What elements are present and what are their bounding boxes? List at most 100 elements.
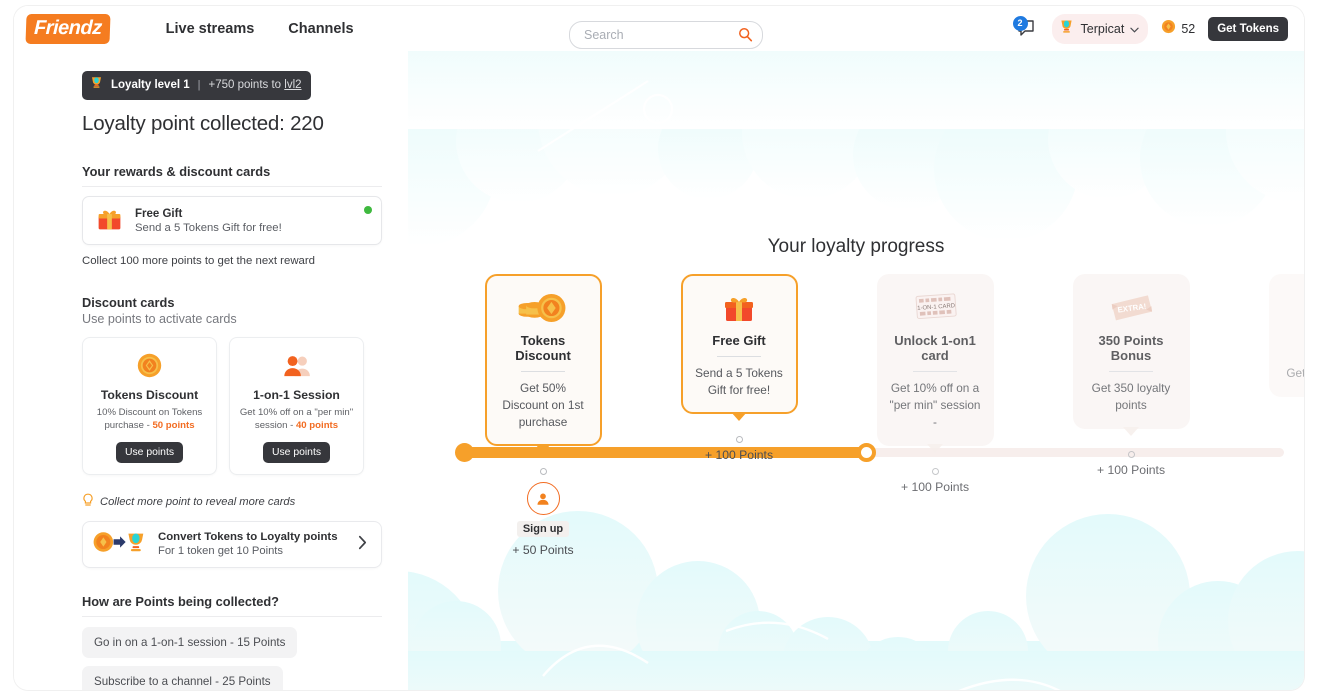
signup-label: Sign up <box>516 521 570 538</box>
token-count: 52 <box>1181 21 1196 36</box>
extra-ticket-icon: EXTRA! <box>1085 288 1178 328</box>
use-points-button-tokens[interactable]: Use points <box>115 441 184 463</box>
people-icon <box>238 350 355 380</box>
trophy-icon <box>89 75 104 95</box>
user-name: Terpicat <box>1080 21 1125 36</box>
section-divider <box>82 615 382 617</box>
page-title: Loyalty point collected: 220 <box>82 112 324 135</box>
milestone-title: Extra <box>1281 333 1305 348</box>
milestone-4: EXTRA! 350 Points Bonus Get 350 loyalty … <box>1046 274 1216 477</box>
milestone-desc: Get 50% Discount on 1st purchase <box>502 381 584 430</box>
lightbulb-icon <box>82 493 94 511</box>
gift-icon <box>693 288 786 328</box>
rewards-section-title: Your rewards & discount cards <box>82 164 271 179</box>
milestone-3: 1-ON-1 CARD Unlock 1-on1 card Get 10% of… <box>850 274 1020 494</box>
card-divider <box>1109 371 1153 372</box>
search-icon[interactable] <box>738 27 753 47</box>
loyalty-level-label: Loyalty level 1 <box>111 79 190 91</box>
list-item: Go in on a 1-on-1 session - 15 Points <box>82 626 298 658</box>
milestone-title: Tokens Discount <box>515 333 571 363</box>
card-pointer <box>1123 427 1139 437</box>
user-menu[interactable]: Terpicat <box>1051 13 1149 44</box>
discount-card-list: Tokens Discount 10% Discount on Tokens p… <box>82 337 382 475</box>
card-divider <box>521 371 565 372</box>
milestone-node-dot <box>1127 451 1135 459</box>
chevron-down-icon <box>1130 20 1139 38</box>
milestone-card[interactable]: Extra Get 10 on the n <box>1268 274 1305 398</box>
convert-tokens-row[interactable]: Convert Tokens to Loyalty points For 1 t… <box>82 520 382 568</box>
loyalty-timeline: Tokens Discount Get 50% Discount on 1st … <box>408 51 1304 690</box>
loyalty-progress-panel: Your loyalty progress Tokens Discount Ge… <box>408 51 1304 690</box>
top-header: Friendz Live streams Channels 2 Terpicat <box>14 6 1304 51</box>
milestone-card[interactable]: EXTRA! 350 Points Bonus Get 350 loyalty … <box>1072 274 1190 437</box>
status-badge <box>364 206 372 214</box>
milestone-desc: Get 10% off on a "per min" session - <box>889 381 981 430</box>
points-section-title: How are Points being collected? <box>82 593 279 609</box>
chevron-right-icon[interactable] <box>358 535 367 554</box>
reward-subtitle: Send a 5 Tokens Gift for free! <box>135 221 282 234</box>
coins-stack-icon <box>497 288 590 328</box>
next-level-points: +750 points to lvl2 <box>208 79 302 91</box>
milestone-5: Extra Get 10 on the n + 10 <box>1242 274 1304 445</box>
search-input[interactable] <box>582 27 726 43</box>
convert-subtitle: For 1 token get 10 Points <box>158 545 284 558</box>
milestone-card[interactable]: 1-ON-1 CARD Unlock 1-on1 card Get 10% of… <box>876 274 994 454</box>
milestone-1: Tokens Discount Get 50% Discount on 1st … <box>458 274 628 557</box>
nav-live-streams[interactable]: Live streams <box>166 21 255 37</box>
card-pointer <box>535 444 551 454</box>
points-list: Go in on a 1-on-1 session - 15 Points Su… <box>82 626 382 690</box>
chat-bubble-icon[interactable]: 2 <box>1012 15 1039 40</box>
milestone-title: 350 Points Bonus <box>1098 333 1164 363</box>
token-balance[interactable]: 52 <box>1161 19 1195 39</box>
loyalty-level-badge: Loyalty level 1 | +750 points to lvl2 <box>82 71 311 100</box>
card-pointer <box>731 412 747 422</box>
brand-logo[interactable]: Friendz <box>27 15 109 42</box>
milestone-card[interactable]: Free Gift Send a 5 Tokens Gift for free! <box>680 274 798 422</box>
card-divider <box>913 371 957 372</box>
card-divider <box>717 356 761 357</box>
discount-subtitle: Use points to activate cards <box>82 312 237 326</box>
milestone-node-dot <box>735 436 743 444</box>
milestone-points: + 50 Points <box>512 543 574 558</box>
reward-title: Free Gift <box>135 207 183 220</box>
milestone-desc: Send a 5 Tokens Gift for free! <box>695 366 783 398</box>
signup-avatar-icon <box>526 482 560 516</box>
gift-icon <box>95 204 124 238</box>
token-coin-icon <box>1161 19 1176 39</box>
trophy-avatar-icon <box>1058 18 1075 40</box>
extra-ticket-icon <box>1281 288 1305 328</box>
milestone-card[interactable]: Tokens Discount Get 50% Discount on 1st … <box>484 274 602 454</box>
milestone-title: Unlock 1-on1 card <box>894 333 976 363</box>
discount-card-tokens[interactable]: Tokens Discount 10% Discount on Tokens p… <box>82 337 217 475</box>
discount-card-desc: 10% Discount on Tokens purchase - 50 poi… <box>96 407 203 431</box>
loyalty-sidebar[interactable]: Loyalty level 1 | +750 points to lvl2 Lo… <box>14 51 409 690</box>
app-window: Friendz Live streams Channels 2 Terpicat <box>14 6 1304 690</box>
logo-text: Friendz <box>27 15 109 42</box>
milestone-title: Free Gift <box>712 333 766 348</box>
milestone-points: + 10 <box>1242 431 1304 445</box>
milestone-node-dot <box>539 468 547 476</box>
use-points-button-session[interactable]: Use points <box>262 441 331 463</box>
coin-to-trophy-icon <box>93 529 149 560</box>
section-divider <box>82 186 382 187</box>
reveal-hint-text: Collect more point to reveal more cards <box>100 495 296 508</box>
one-on-one-ticket-icon: 1-ON-1 CARD <box>889 288 982 328</box>
badge-separator: | <box>197 79 201 91</box>
milestone-points: + 100 Points <box>1096 463 1166 478</box>
discount-card-title: 1-on-1 Session <box>253 388 340 402</box>
milestone-desc: Get 10 on the n <box>1286 366 1304 380</box>
milestone-points: + 100 Points <box>900 480 970 495</box>
discount-card-session[interactable]: 1-on-1 Session Get 10% off on a "per min… <box>229 337 364 475</box>
nav-channels[interactable]: Channels <box>288 21 353 37</box>
milestone-desc: Get 350 loyalty points <box>1091 381 1171 413</box>
search-box[interactable] <box>569 21 763 49</box>
milestone-points: + 100 Points <box>704 448 774 463</box>
chat-badge: 2 <box>1012 15 1028 31</box>
reward-card-free-gift[interactable]: Free Gift Send a 5 Tokens Gift for free! <box>82 196 382 245</box>
next-level-link[interactable]: lvl2 <box>284 79 301 91</box>
discount-card-points: 40 points <box>295 419 339 431</box>
milestone-node-dot <box>931 468 939 476</box>
get-tokens-button[interactable]: Get Tokens <box>1208 16 1288 41</box>
discount-card-desc: Get 10% off on a "per min" session - 40 … <box>239 407 354 431</box>
list-item: Subscribe to a channel - 25 Points <box>82 665 283 690</box>
